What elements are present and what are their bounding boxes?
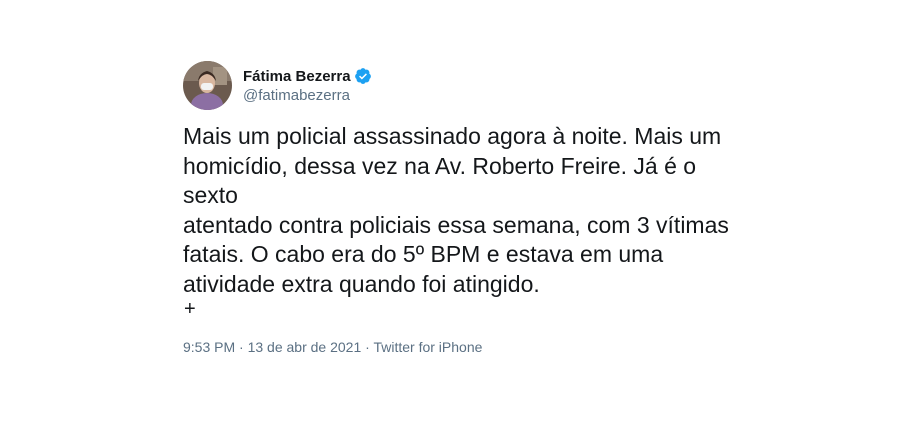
tweet-card: Fátima Bezerra @fatimabezerra Mais um po… [0, 0, 898, 441]
avatar[interactable] [183, 60, 232, 110]
author-info: Fátima Bezerra @fatimabezerra [243, 66, 372, 104]
author-handle[interactable]: @fatimabezerra [243, 87, 372, 104]
name-row: Fátima Bezerra [243, 66, 372, 86]
verified-badge-icon [354, 67, 372, 85]
meta-separator: · [235, 339, 248, 355]
profile-photo-icon [183, 60, 232, 110]
tweet-time-link[interactable]: 9:53 PM [183, 339, 235, 355]
meta-separator: · [361, 339, 374, 355]
tweet-metadata: 9:53 PM · 13 de abr de 2021 · Twitter fo… [183, 339, 482, 355]
tweet-text: Mais um policial assassinado agora à noi… [183, 123, 729, 297]
tweet-date-link[interactable]: 13 de abr de 2021 [248, 339, 362, 355]
tweet-header: Fátima Bezerra @fatimabezerra [183, 60, 372, 110]
author-display-name[interactable]: Fátima Bezerra [243, 68, 351, 85]
tweet-source-link[interactable]: Twitter for iPhone [373, 339, 482, 355]
expand-plus-icon[interactable]: + [184, 297, 196, 321]
